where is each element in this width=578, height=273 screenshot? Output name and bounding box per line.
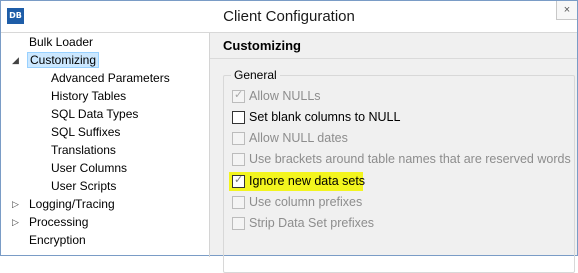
tree-item-sql-data-types[interactable]: SQL Data Types — [49, 105, 140, 123]
tree-item-label: Translations — [51, 143, 116, 157]
expand-arrow-icon[interactable]: ▷ — [11, 195, 20, 213]
settings-panel: Customizing General ✓ Allow NULLs Set bl… — [210, 33, 577, 273]
tree-item-translations[interactable]: Translations — [49, 141, 118, 159]
tree-item-bulk-loader[interactable]: Bulk Loader — [27, 33, 95, 51]
general-groupbox: General ✓ Allow NULLs Set blank columns … — [223, 68, 575, 273]
close-button[interactable]: × — [556, 1, 577, 20]
collapse-arrow-icon[interactable]: ◢ — [11, 51, 20, 69]
tree-item-label: History Tables — [51, 89, 127, 103]
tree-item-sql-suffixes[interactable]: SQL Suffixes — [49, 123, 122, 141]
checkbox-box[interactable] — [232, 132, 245, 145]
tree-item-label: Encryption — [29, 233, 86, 247]
settings-tree: Bulk Loader ◢ Customizing Advanced Param… — [7, 33, 207, 255]
checkbox-box[interactable]: ✓ — [232, 174, 245, 188]
tree-item-label: User Columns — [51, 161, 128, 175]
checkbox-label: Ignore new data sets — [249, 174, 366, 188]
tree-item-label: SQL Data Types — [51, 107, 139, 121]
checkbox-box[interactable] — [232, 111, 245, 124]
checkbox-label: Allow NULL dates — [249, 131, 348, 145]
tree-item-label: Processing — [29, 215, 89, 229]
checkbox-label: Use column prefixes — [249, 195, 363, 209]
checkbox-label: Use brackets around table names that are… — [249, 152, 571, 166]
client-configuration-window: DB Client Configuration × Bulk Loader ◢ … — [0, 0, 578, 273]
checkbox-label: Strip Data Set prefixes — [249, 216, 375, 230]
tree-item-logging-tracing[interactable]: ▷ Logging/Tracing — [12, 195, 117, 213]
tree-item-label: SQL Suffixes — [51, 125, 121, 139]
tree-item-label: Bulk Loader — [29, 35, 94, 49]
checkbox-box[interactable] — [232, 153, 245, 166]
checkmark-icon: ✓ — [234, 174, 244, 186]
tree-item-history-tables[interactable]: History Tables — [49, 87, 128, 105]
tree-item-label: Customizing — [27, 52, 100, 68]
tree-item-processing[interactable]: ▷ Processing — [12, 213, 90, 231]
checkbox-label: Allow NULLs — [249, 89, 321, 103]
checkbox-box[interactable]: ✓ — [232, 89, 245, 103]
panel-title: Customizing — [210, 33, 577, 59]
checkmark-icon: ✓ — [234, 89, 244, 101]
expand-arrow-icon[interactable]: ▷ — [11, 213, 20, 231]
window-title: Client Configuration — [223, 8, 355, 25]
checkbox-label: Set blank columns to NULL — [249, 110, 401, 124]
tree-item-user-columns[interactable]: User Columns — [49, 159, 129, 177]
tree-item-user-scripts[interactable]: User Scripts — [49, 177, 118, 195]
tree-item-label: Logging/Tracing — [29, 197, 115, 211]
tree-item-customizing[interactable]: ◢ Customizing — [12, 51, 100, 69]
tree-item-advanced-parameters[interactable]: Advanced Parameters — [49, 69, 172, 87]
tree-item-encryption[interactable]: Encryption — [27, 231, 88, 249]
checkbox-box[interactable] — [232, 217, 245, 230]
tree-item-label: User Scripts — [51, 179, 117, 193]
tree-item-label: Advanced Parameters — [51, 71, 170, 85]
checkbox-box[interactable] — [232, 196, 245, 209]
groupbox-title: General — [231, 68, 280, 83]
title-bar[interactable]: DB Client Configuration × — [1, 1, 577, 33]
